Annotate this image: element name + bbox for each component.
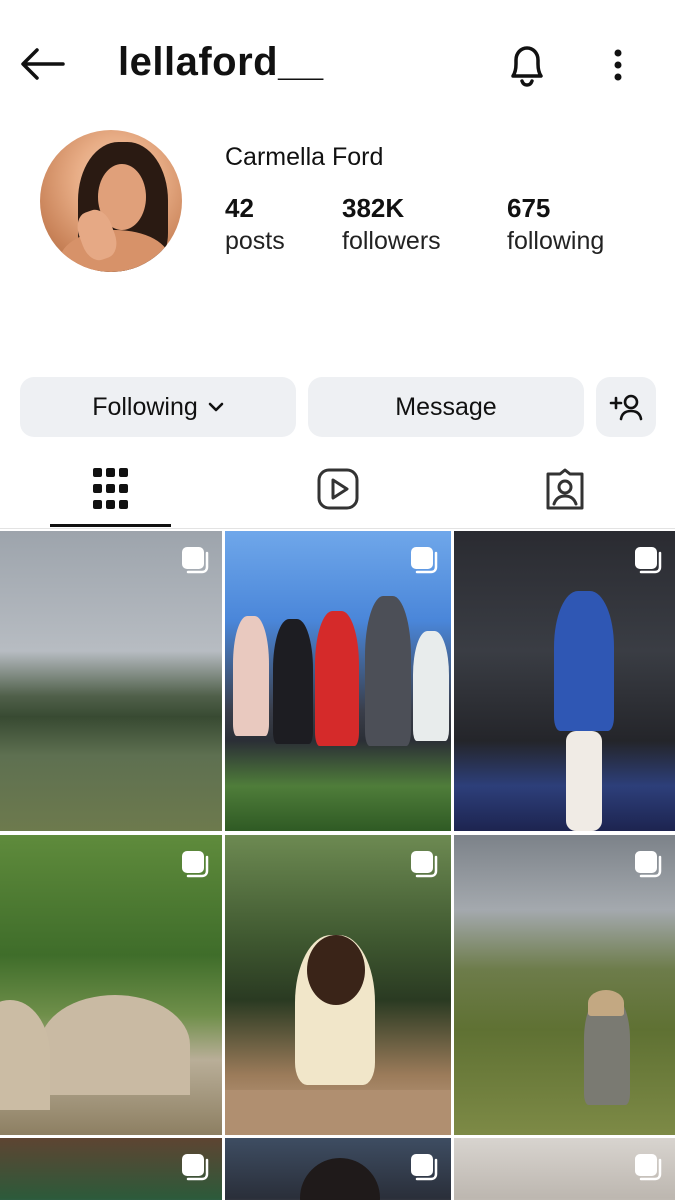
message-button[interactable]: Message <box>308 377 584 437</box>
post-tile[interactable] <box>225 835 451 1135</box>
stat-followers[interactable]: 382K followers <box>342 192 441 258</box>
stat-posts-count: 42 <box>225 193 254 223</box>
tagged-icon <box>546 468 583 510</box>
multi-photo-icon <box>635 547 662 574</box>
multi-photo-icon <box>182 1154 209 1181</box>
grid-icon <box>92 468 128 509</box>
tab-grid[interactable] <box>50 450 171 528</box>
add-user-button[interactable] <box>596 377 656 437</box>
multi-photo-icon <box>182 851 209 878</box>
post-tile[interactable] <box>454 835 675 1135</box>
arrow-left-icon <box>21 48 65 80</box>
following-button-label: Following <box>92 392 198 421</box>
tabs-divider <box>0 528 675 529</box>
back-button[interactable] <box>18 42 66 86</box>
profile-header: lellaford__ <box>0 0 675 128</box>
post-tile[interactable] <box>0 1138 222 1200</box>
chevron-down-icon <box>208 402 224 412</box>
post-tile[interactable] <box>454 1138 675 1200</box>
multi-photo-icon <box>411 851 438 878</box>
multi-photo-icon <box>635 1154 662 1181</box>
stat-following-count: 675 <box>507 193 551 223</box>
profile-display-name: Carmella Ford <box>225 143 384 171</box>
following-button[interactable]: Following <box>20 377 296 437</box>
profile-tabs <box>0 450 675 528</box>
post-tile[interactable] <box>454 531 675 831</box>
post-tile[interactable] <box>225 1138 451 1200</box>
profile-username: lellaford__ <box>118 40 324 84</box>
more-vertical-icon <box>614 49 622 81</box>
notifications-button[interactable] <box>502 40 552 90</box>
tab-reels[interactable] <box>277 450 398 528</box>
multi-photo-icon <box>411 547 438 574</box>
stat-following[interactable]: 675 following <box>507 192 604 258</box>
stat-following-label: following <box>507 227 605 255</box>
profile-avatar[interactable] <box>40 130 182 272</box>
post-tile[interactable] <box>225 531 451 831</box>
multi-photo-icon <box>411 1154 438 1181</box>
stat-posts[interactable]: 42 posts <box>225 192 285 258</box>
stat-followers-count: 382K <box>342 193 405 223</box>
active-tab-indicator <box>50 524 171 527</box>
post-tile[interactable] <box>0 835 222 1135</box>
bell-icon <box>511 46 543 87</box>
more-options-button[interactable] <box>600 42 636 88</box>
reels-icon <box>317 468 358 510</box>
multi-photo-icon <box>635 851 662 878</box>
multi-photo-icon <box>182 547 209 574</box>
add-user-icon <box>609 394 643 421</box>
post-tile[interactable] <box>0 531 222 831</box>
stat-followers-label: followers <box>342 227 441 255</box>
message-button-label: Message <box>395 392 497 421</box>
tab-tagged[interactable] <box>504 450 625 528</box>
stat-posts-label: posts <box>225 227 285 255</box>
